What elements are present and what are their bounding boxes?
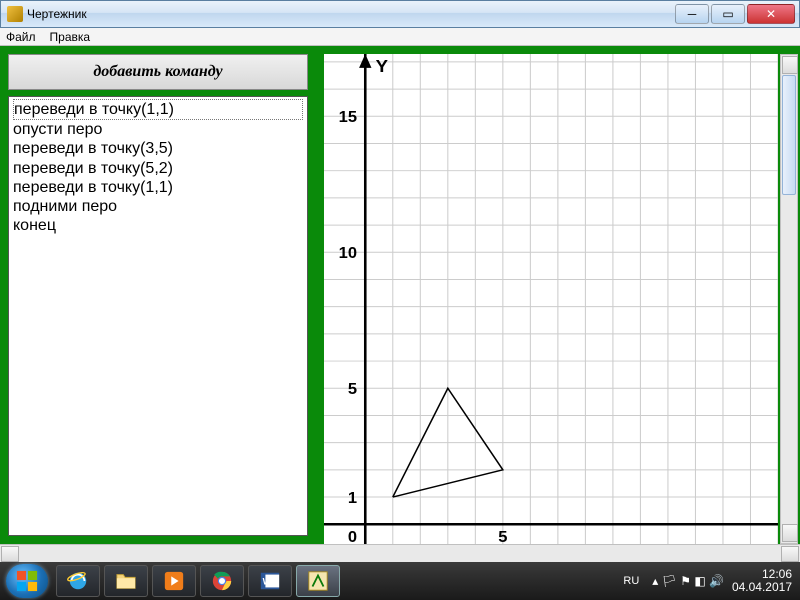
svg-text:5: 5 bbox=[498, 528, 507, 544]
content-area: добавить команду переведи в точку(1,1)оп… bbox=[0, 46, 800, 544]
svg-text:5: 5 bbox=[348, 380, 357, 398]
start-button[interactable] bbox=[6, 564, 48, 598]
svg-text:0: 0 bbox=[348, 528, 357, 544]
svg-text:10: 10 bbox=[339, 245, 357, 263]
taskbar-media[interactable] bbox=[152, 565, 196, 597]
clock[interactable]: 12:06 04.04.2017 bbox=[732, 568, 794, 594]
command-line[interactable]: переведи в точку(3,5) bbox=[13, 139, 303, 158]
chrome-icon bbox=[211, 570, 233, 592]
horizontal-scrollbar[interactable] bbox=[0, 544, 800, 562]
command-line[interactable]: переведи в точку(1,1) bbox=[13, 99, 303, 120]
clock-date: 04.04.2017 bbox=[732, 581, 792, 594]
tray-icons[interactable]: ▴ 🏳 ⚑ ◧ 🔊 bbox=[652, 574, 724, 588]
svg-text:Y: Y bbox=[376, 56, 388, 76]
close-button[interactable]: ✕ bbox=[747, 4, 795, 24]
menubar: Файл Правка bbox=[0, 28, 800, 46]
taskbar-chrome[interactable] bbox=[200, 565, 244, 597]
taskbar-word[interactable]: W bbox=[248, 565, 292, 597]
language-indicator[interactable]: RU bbox=[618, 573, 644, 589]
taskbar-app[interactable] bbox=[296, 565, 340, 597]
command-line[interactable]: конец bbox=[13, 216, 303, 235]
add-command-label: добавить команду bbox=[93, 63, 222, 81]
drafter-icon bbox=[307, 570, 329, 592]
menu-edit[interactable]: Правка bbox=[50, 30, 91, 44]
left-panel: добавить команду переведи в точку(1,1)оп… bbox=[0, 46, 316, 544]
vertical-scrollbar[interactable] bbox=[780, 54, 798, 544]
windows-icon bbox=[16, 570, 38, 592]
media-icon bbox=[163, 570, 185, 592]
system-tray: RU ▴ 🏳 ⚑ ◧ 🔊 12:06 04.04.2017 bbox=[618, 568, 794, 594]
canvas[interactable]: Y15101550 bbox=[324, 54, 778, 544]
plot-svg: Y15101550 bbox=[324, 54, 778, 544]
add-command-button[interactable]: добавить команду bbox=[8, 54, 308, 90]
right-panel: Y15101550 bbox=[316, 46, 800, 544]
command-line[interactable]: переведи в точку(1,1) bbox=[13, 178, 303, 197]
ie-icon bbox=[67, 570, 89, 592]
maximize-button[interactable]: ▭ bbox=[711, 4, 745, 24]
taskbar-explorer[interactable] bbox=[104, 565, 148, 597]
folder-icon bbox=[115, 571, 137, 591]
command-line[interactable]: подними перо bbox=[13, 197, 303, 216]
command-line[interactable]: опусти перо bbox=[13, 120, 303, 139]
word-icon: W bbox=[259, 570, 281, 592]
svg-text:15: 15 bbox=[339, 109, 357, 127]
svg-text:W: W bbox=[263, 577, 272, 587]
menu-file[interactable]: Файл bbox=[6, 30, 36, 44]
minimize-button[interactable]: ─ bbox=[675, 4, 709, 24]
titlebar: Чертежник ─ ▭ ✕ bbox=[0, 0, 800, 28]
command-list[interactable]: переведи в точку(1,1)опусти перопереведи… bbox=[8, 96, 308, 536]
taskbar-ie[interactable] bbox=[56, 565, 100, 597]
window-title: Чертежник bbox=[27, 7, 675, 21]
taskbar: W RU ▴ 🏳 ⚑ ◧ 🔊 12:06 04.04.2017 bbox=[0, 562, 800, 600]
command-line[interactable]: переведи в точку(5,2) bbox=[13, 159, 303, 178]
app-icon bbox=[7, 6, 23, 22]
svg-text:1: 1 bbox=[348, 489, 357, 507]
